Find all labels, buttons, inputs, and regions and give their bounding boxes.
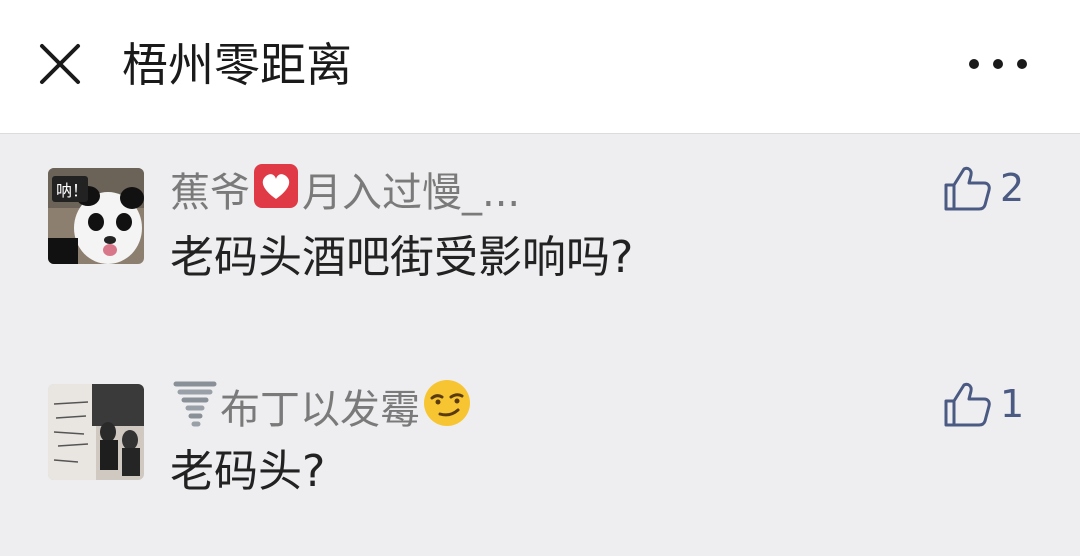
avatar[interactable]: 呐！ [48,168,144,264]
heart-icon [252,162,300,223]
top-bar: 梧州零距离 [0,0,1080,134]
smirk-face-icon [422,378,472,441]
like-count: 1 [1000,382,1025,426]
comment-text: 老码头酒吧街受影响吗? [170,232,634,283]
author-name-prefix: 蕉爷 [170,169,250,216]
comment-text: 老码头? [170,446,326,497]
author-name: 布丁以发霉 [220,386,420,433]
avatar-caption: 呐！ [56,181,88,200]
more-dots-icon [969,59,1027,69]
comment-item: 布丁以发霉 老码头? 1 [0,366,1080,506]
comment-item: 呐！ 蕉爷 月入过慢_... 老码头酒吧街受影响吗? 2 [0,150,1080,310]
author-name-suffix: 月入过慢_... [302,169,521,216]
more-button[interactable] [958,44,1038,84]
close-button[interactable] [30,34,90,94]
panda-avatar-icon: 呐！ [48,168,144,264]
thumbs-up-icon [944,382,991,427]
comment-author[interactable]: 布丁以发霉 [170,378,474,441]
photo-avatar-icon [48,384,144,480]
comment-author[interactable]: 蕉爷 月入过慢_... [170,162,520,223]
like-button[interactable]: 2 [942,162,1024,214]
close-icon [40,44,80,84]
tornado-icon [172,378,218,441]
like-count: 2 [1000,166,1025,210]
avatar[interactable] [48,384,144,480]
page-title: 梧州零距离 [122,38,352,92]
like-button[interactable]: 1 [942,378,1024,430]
thumbs-up-icon [944,166,991,211]
